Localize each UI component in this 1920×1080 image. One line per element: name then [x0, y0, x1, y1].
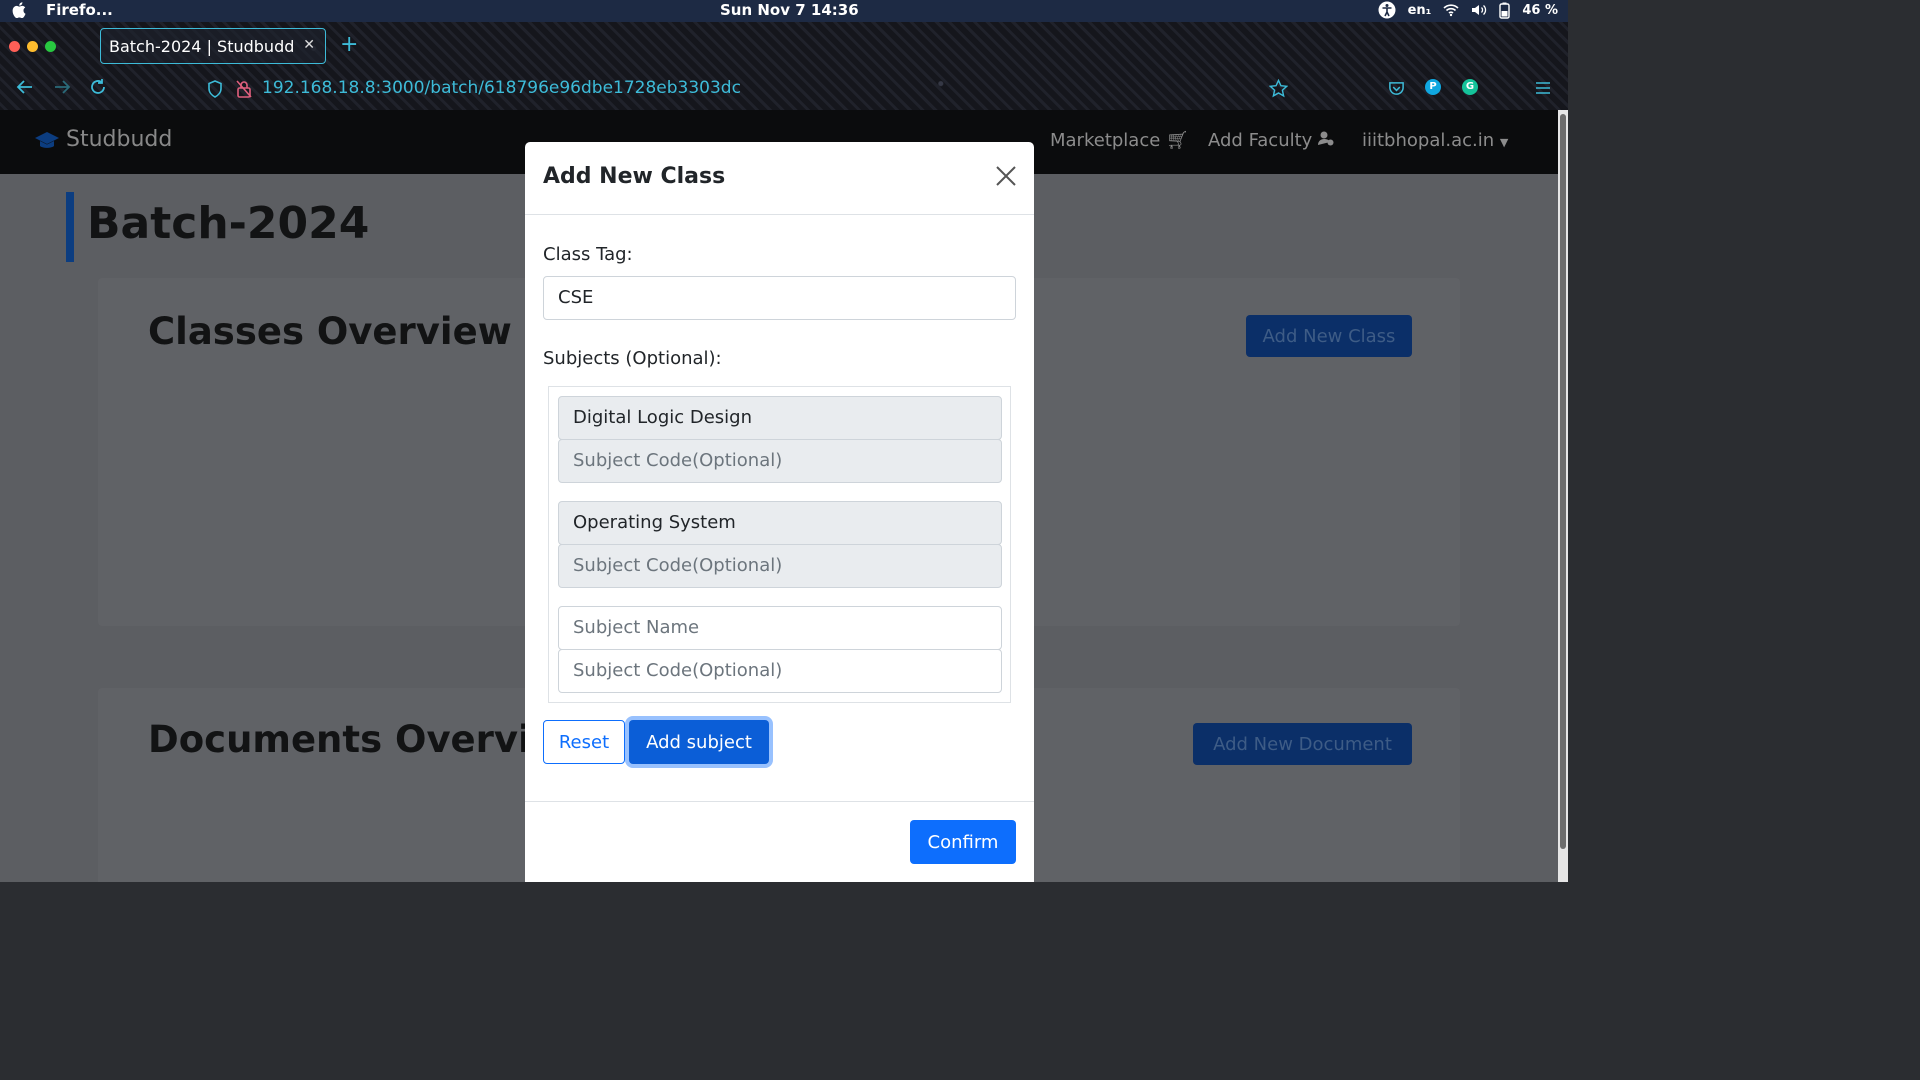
minimize-window-button[interactable] — [27, 41, 38, 52]
scrollbar-thumb[interactable] — [1560, 114, 1566, 849]
subjects-list: Digital Logic Design Subject Code(Option… — [548, 386, 1011, 703]
volume-icon[interactable] — [1471, 3, 1487, 17]
brand-logo[interactable]: Studbudd — [34, 127, 172, 152]
reset-button[interactable]: Reset — [543, 720, 625, 764]
close-window-button[interactable] — [9, 41, 20, 52]
nav-account-label: iiitbhopal.ac.in — [1362, 130, 1495, 151]
caret-down-icon: ▼ — [1499, 136, 1509, 149]
cart-icon: 🛒︎ — [1166, 130, 1189, 151]
subject-name-field[interactable]: Operating System — [558, 501, 1002, 545]
menu-hamburger-icon[interactable] — [1536, 81, 1550, 95]
nav-marketplace[interactable]: Marketplace 🛒︎ — [1050, 130, 1189, 151]
new-tab-icon[interactable]: + — [340, 32, 358, 57]
add-subject-button[interactable]: Add subject — [629, 720, 769, 764]
shield-icon[interactable] — [207, 80, 223, 98]
url-toolbar: 192.168.18.8:3000/batch/618796e96dbe1728… — [0, 70, 1568, 108]
battery-percent: 46 % — [1522, 2, 1558, 18]
active-app-name[interactable]: Firefo... — [46, 1, 113, 19]
user-plus-icon — [1318, 131, 1334, 146]
bookmark-star-icon[interactable] — [1269, 79, 1288, 98]
brand-name: Studbudd — [66, 127, 173, 152]
classes-overview-title: Classes Overview — [148, 310, 512, 353]
confirm-button[interactable]: Confirm — [910, 820, 1016, 864]
wifi-icon[interactable] — [1443, 3, 1459, 17]
modal-title: Add New Class — [543, 164, 726, 189]
browser-chrome: Batch-2024 | Studbudd ✕ + 192.168.18.8:3… — [0, 22, 1568, 110]
add-new-class-button[interactable]: Add New Class — [1246, 315, 1412, 357]
class-tag-input[interactable]: CSE — [543, 276, 1016, 320]
add-class-modal: Add New Class Class Tag: CSE Subjects (O… — [525, 142, 1034, 882]
insecure-lock-icon[interactable] — [236, 80, 252, 98]
extension-p-icon[interactable]: P — [1425, 79, 1441, 95]
nav-add-faculty-label: Add Faculty — [1208, 130, 1313, 151]
subject-code-field[interactable]: Subject Code(Optional) — [558, 544, 1002, 588]
grammarly-icon[interactable]: G — [1462, 79, 1478, 95]
subject-code-field[interactable]: Subject Code(Optional) — [558, 439, 1002, 483]
modal-footer: Confirm — [525, 801, 1034, 882]
subjects-label: Subjects (Optional): — [543, 348, 722, 369]
accessibility-icon[interactable] — [1378, 1, 1396, 19]
os-menu-bar: Firefo... Sun Nov 7 14:36 en₁ 46 % — [0, 0, 1568, 22]
title-accent-bar — [66, 192, 74, 262]
graduation-cap-icon — [35, 131, 59, 148]
nav-add-faculty[interactable]: Add Faculty — [1208, 130, 1334, 151]
page-title: Batch-2024 — [87, 198, 370, 249]
url-input[interactable]: 192.168.18.8:3000/batch/618796e96dbe1728… — [262, 78, 741, 98]
new-subject-name-input[interactable]: Subject Name — [558, 606, 1002, 650]
nav-account-dropdown[interactable]: iiitbhopal.ac.in ▼ — [1362, 130, 1508, 151]
maximize-window-button[interactable] — [45, 41, 56, 52]
modal-header: Add New Class — [525, 142, 1034, 215]
close-icon[interactable] — [994, 164, 1018, 188]
clock[interactable]: Sun Nov 7 14:36 — [720, 1, 859, 19]
pocket-icon[interactable] — [1388, 80, 1405, 97]
class-tag-label: Class Tag: — [543, 244, 633, 265]
tab-title: Batch-2024 | Studbudd — [109, 37, 295, 56]
language-indicator[interactable]: en₁ — [1408, 3, 1432, 18]
battery-icon[interactable] — [1499, 2, 1511, 19]
page-scrollbar[interactable] — [1558, 110, 1568, 882]
browser-tab[interactable]: Batch-2024 | Studbudd ✕ — [100, 28, 326, 64]
add-new-document-button[interactable]: Add New Document — [1193, 723, 1412, 765]
apple-icon[interactable] — [12, 2, 26, 18]
forward-arrow-icon[interactable] — [53, 78, 71, 96]
subject-name-field[interactable]: Digital Logic Design — [558, 396, 1002, 440]
nav-marketplace-label: Marketplace — [1050, 130, 1161, 151]
back-arrow-icon[interactable] — [16, 78, 34, 96]
close-tab-icon[interactable]: ✕ — [303, 37, 315, 53]
reload-icon[interactable] — [89, 78, 107, 96]
documents-overview-title: Documents Overvie — [148, 718, 556, 761]
new-subject-code-input[interactable]: Subject Code(Optional) — [558, 649, 1002, 693]
